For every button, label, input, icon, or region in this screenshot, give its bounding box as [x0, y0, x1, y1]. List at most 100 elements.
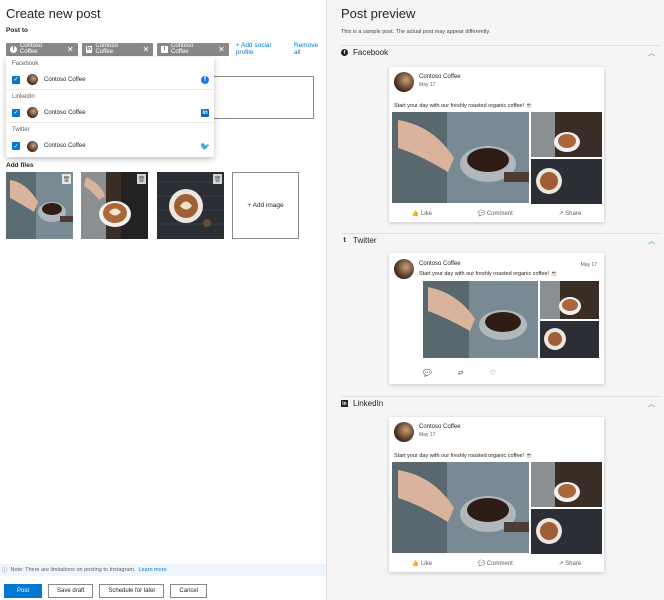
post-preview-panel: Post preview This is a sample post. The … — [326, 0, 664, 600]
learn-more-link[interactable]: Learn more — [138, 567, 166, 573]
chevron-up-icon[interactable]: ︿ — [648, 48, 655, 58]
comment-button[interactable]: 💬 Comment — [478, 560, 513, 567]
avatar — [27, 74, 38, 85]
dropdown-option-facebook[interactable]: ✓ Contoso Coffee f — [6, 70, 214, 90]
account-name: Contoso Coffee — [419, 261, 461, 267]
image-column — [531, 462, 602, 554]
dropdown-group-linkedin: LinkedIn — [12, 93, 35, 100]
facebook-actions: 👍 Like 💬 Comment ↗ Share — [389, 210, 604, 217]
linkedin-icon: in — [341, 400, 348, 407]
section-facebook[interactable]: f Facebook ︿ — [341, 45, 661, 59]
account-name: Contoso Coffee — [44, 76, 86, 83]
post-text: Start your day with our freshly roasted … — [394, 453, 533, 459]
card-header: Contoso Coffee May 17 — [394, 72, 461, 92]
coffee-image-side-2 — [531, 509, 602, 554]
image-thumbnail[interactable]: 🗑 — [6, 172, 73, 239]
share-button[interactable]: ↗ Share — [558, 210, 581, 217]
chip-twitter[interactable]: t Contoso Coffee ✕ — [157, 42, 229, 56]
dropdown-option-linkedin[interactable]: ✓ Contoso Coffee in — [6, 103, 214, 123]
image-thumbnail[interactable]: 🗑 — [81, 172, 148, 239]
twitter-icon: 🐦 — [200, 141, 210, 151]
linkedin-icon: in — [201, 108, 209, 117]
twitter-icon: t — [343, 237, 346, 244]
add-files-label: Add files — [6, 162, 34, 169]
like-label: Like — [420, 561, 432, 567]
section-linkedin[interactable]: in LinkedIn ︿ — [341, 396, 661, 410]
post-date: May 17 — [419, 432, 436, 438]
close-icon[interactable]: ✕ — [218, 45, 225, 54]
image-thumbnail[interactable]: 🗑 — [157, 172, 224, 239]
twitter-preview-card: Contoso Coffee Start your day with our fr… — [389, 253, 604, 384]
image-column — [540, 281, 599, 358]
reply-icon[interactable]: 💬 — [423, 369, 432, 377]
facebook-icon: f — [10, 45, 17, 53]
share-icon: ↗ — [558, 211, 564, 217]
coffee-image-main — [392, 112, 529, 203]
add-social-profile-link[interactable]: + Add social profile — [236, 42, 290, 56]
twitter-actions: 💬 ⇄ ♡ — [423, 369, 496, 377]
save-draft-button[interactable]: Save draft — [48, 584, 94, 598]
info-icon: ⓘ — [2, 568, 8, 574]
cancel-button[interactable]: Cancel — [170, 584, 208, 598]
chevron-up-icon[interactable]: ︿ — [648, 399, 655, 409]
comment-icon: 💬 — [477, 211, 486, 217]
checkbox[interactable]: ✓ — [12, 108, 20, 117]
like-label: Like — [420, 211, 432, 217]
account-name: Contoso Coffee — [419, 424, 461, 430]
avatar — [394, 72, 414, 92]
chip-facebook[interactable]: f Contoso Coffee ✕ — [6, 42, 78, 56]
preview-subtitle: This is a sample post. The actual post m… — [341, 29, 491, 35]
post-to-label: Post to — [6, 27, 29, 34]
trash-icon[interactable]: 🗑 — [137, 174, 146, 184]
image-grid — [392, 462, 602, 554]
coffee-image-side-1 — [540, 281, 599, 319]
section-twitter[interactable]: t Twitter ︿ — [341, 233, 661, 247]
chip-linkedin[interactable]: in Contoso Coffee ✕ — [81, 42, 154, 56]
chevron-up-icon[interactable]: ︿ — [648, 236, 655, 246]
chip-label: Contoso Coffee — [95, 43, 118, 55]
retweet-icon[interactable]: ⇄ — [458, 369, 464, 377]
page-title: Create new post — [6, 6, 101, 21]
instagram-note: ⓘ Note: There are limitations on posting… — [0, 564, 326, 576]
comment-label: Comment — [486, 211, 513, 217]
card-header: Contoso Coffee May 17 — [394, 422, 461, 442]
coffee-image-side-1 — [531, 462, 602, 507]
post-date: May 17 — [419, 82, 436, 88]
avatar — [27, 107, 38, 118]
image-grid — [392, 112, 602, 204]
like-button[interactable]: 👍 Like — [412, 210, 432, 217]
share-label: Share — [565, 561, 582, 567]
chip-label: Contoso Coffee — [171, 43, 194, 55]
remove-all-link[interactable]: Remove all — [294, 42, 326, 56]
card-header: Contoso Coffee Start your day with our fr… — [394, 259, 558, 279]
trash-icon[interactable]: 🗑 — [213, 174, 222, 184]
coffee-image-main — [423, 281, 538, 358]
coffee-image-side-1 — [531, 112, 602, 157]
section-label: Facebook — [353, 48, 389, 57]
checkbox[interactable]: ✓ — [12, 142, 20, 150]
footer-actions: Post Save draft Schedule for later Cance… — [4, 584, 208, 598]
dropdown-option-twitter[interactable]: ✓ Contoso Coffee 🐦 — [6, 136, 214, 156]
schedule-button[interactable]: Schedule for later — [99, 584, 165, 598]
post-date: May 17 — [580, 262, 597, 268]
like-button[interactable]: 👍 Like — [412, 560, 432, 567]
trash-icon[interactable]: 🗑 — [62, 174, 71, 184]
facebook-preview-card: Contoso Coffee May 17 Start your day with… — [389, 67, 604, 222]
thumbs-up-icon: 👍 — [411, 561, 420, 567]
comment-button[interactable]: 💬 Comment — [478, 210, 513, 217]
thumbs-up-icon: 👍 — [411, 211, 420, 217]
share-icon: ↗ — [558, 561, 564, 567]
heart-icon[interactable]: ♡ — [490, 369, 496, 377]
create-post-panel: Create new post Post to f Contoso Coffee… — [0, 0, 326, 600]
close-icon[interactable]: ✕ — [142, 45, 149, 54]
share-button[interactable]: ↗ Share — [558, 560, 581, 567]
post-text: Start your day with our freshly roasted … — [394, 103, 533, 109]
avatar — [394, 259, 414, 279]
selected-profiles: f Contoso Coffee ✕ in Contoso Coffee ✕ t… — [6, 42, 326, 56]
close-icon[interactable]: ✕ — [67, 45, 74, 54]
post-button[interactable]: Post — [4, 584, 43, 598]
checkbox[interactable]: ✓ — [12, 75, 20, 84]
coffee-image-side-2 — [540, 321, 599, 358]
add-image-button[interactable]: + Add image — [232, 172, 299, 239]
linkedin-preview-card: Contoso Coffee May 17 Start your day with… — [389, 417, 604, 572]
